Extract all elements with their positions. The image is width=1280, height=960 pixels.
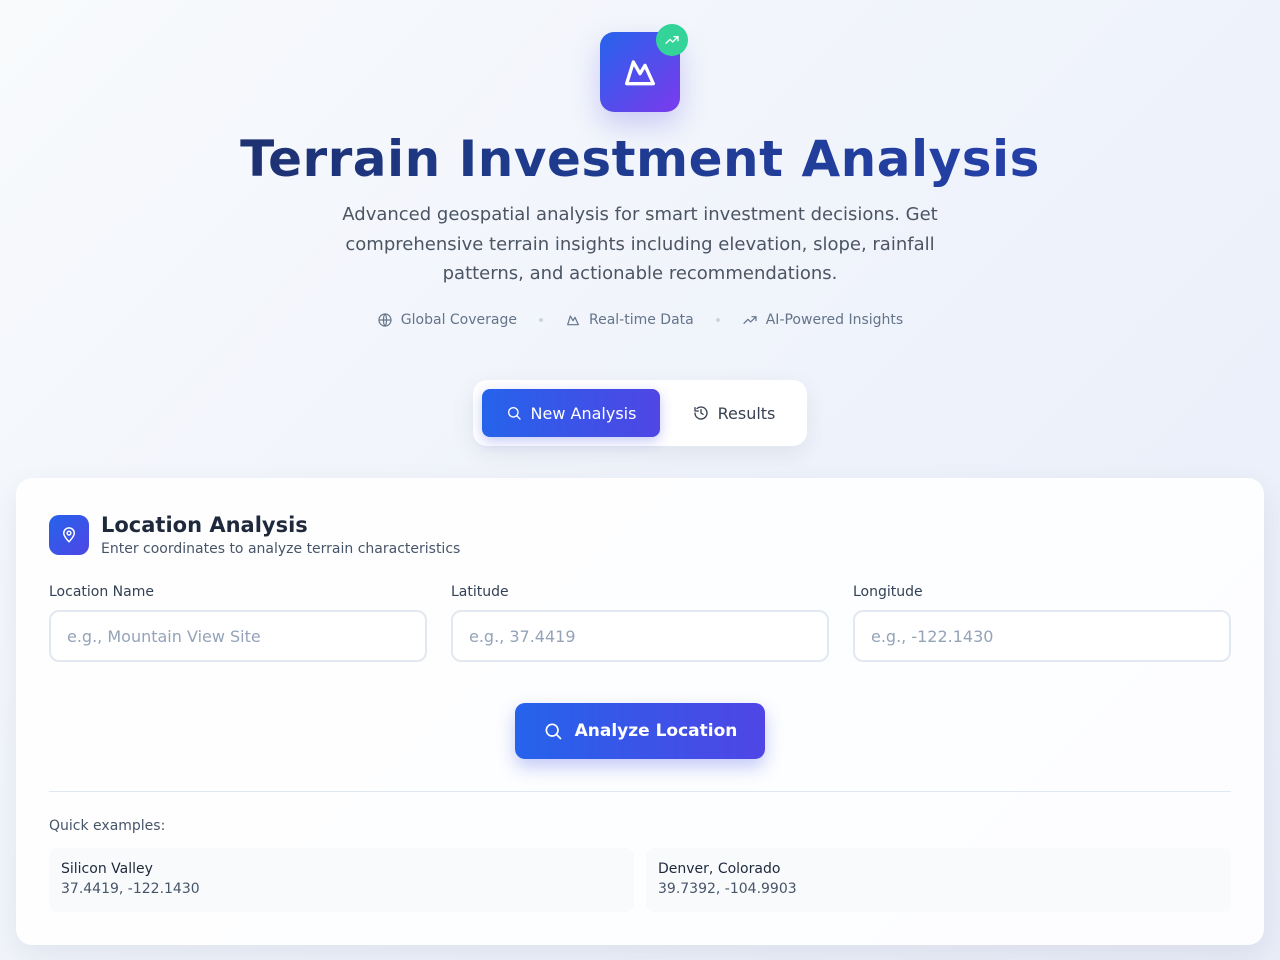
separator-dot xyxy=(715,318,720,322)
search-icon xyxy=(545,723,561,740)
separator-dot xyxy=(538,318,543,322)
feature-list: Global Coverage Real-time Data AI-Powere… xyxy=(0,312,1280,328)
longitude-field: Longitude xyxy=(853,584,1231,662)
example-name: Denver, Colorado xyxy=(658,861,781,877)
page-title: Terrain Investment Analysis xyxy=(0,130,1280,188)
trending-up-icon xyxy=(743,316,757,324)
page-subtitle: Advanced geospatial analysis for smart i… xyxy=(342,204,938,284)
example-coords: 39.7392, -104.9903 xyxy=(658,881,797,897)
quick-example-denver[interactable]: Denver, Colorado 39.7392, -104.9903 xyxy=(646,848,1231,912)
feature-global-coverage: Global Coverage xyxy=(377,312,517,328)
card-subtitle: Enter coordinates to analyze terrain cha… xyxy=(101,541,461,557)
location-name-input[interactable] xyxy=(49,610,427,662)
tab-bar: New Analysis Results xyxy=(473,380,807,446)
card-title: Location Analysis xyxy=(101,513,308,537)
map-pin-icon xyxy=(63,527,75,543)
logo-badge xyxy=(656,24,688,56)
history-icon xyxy=(693,406,708,420)
tab-label: Results xyxy=(717,403,776,423)
quick-examples-label: Quick examples: xyxy=(49,818,166,834)
card-icon-tile xyxy=(49,515,89,555)
feature-real-time-data: Real-time Data xyxy=(565,312,694,328)
longitude-label: Longitude xyxy=(853,584,923,600)
tab-new-analysis[interactable]: New Analysis xyxy=(482,389,660,437)
mountain-icon xyxy=(625,60,655,86)
mountain-icon xyxy=(567,315,579,326)
globe-icon xyxy=(378,313,392,327)
analyze-location-button[interactable]: Analyze Location xyxy=(515,703,765,759)
location-name-field: Location Name xyxy=(49,584,427,662)
feature-label: Real-time Data xyxy=(588,312,694,328)
trending-up-icon xyxy=(665,36,679,44)
example-name: Silicon Valley xyxy=(61,861,153,877)
longitude-input[interactable] xyxy=(853,610,1231,662)
example-coords: 37.4419, -122.1430 xyxy=(61,881,200,897)
divider xyxy=(49,791,1231,792)
location-name-label: Location Name xyxy=(49,584,154,600)
tab-results[interactable]: Results xyxy=(670,389,798,437)
location-analysis-card: Location Analysis Enter coordinates to a… xyxy=(16,478,1264,945)
search-icon xyxy=(507,407,521,420)
tab-label: New Analysis xyxy=(530,403,637,423)
feature-label: Global Coverage xyxy=(400,312,517,328)
quick-example-silicon-valley[interactable]: Silicon Valley 37.4419, -122.1430 xyxy=(49,848,634,912)
latitude-input[interactable] xyxy=(451,610,829,662)
latitude-field: Latitude xyxy=(451,584,829,662)
app-logo xyxy=(600,24,688,112)
feature-label: AI-Powered Insights xyxy=(765,312,904,328)
latitude-label: Latitude xyxy=(451,584,509,600)
feature-ai-insights: AI-Powered Insights xyxy=(742,312,903,328)
analyze-button-label: Analyze Location xyxy=(574,721,738,741)
